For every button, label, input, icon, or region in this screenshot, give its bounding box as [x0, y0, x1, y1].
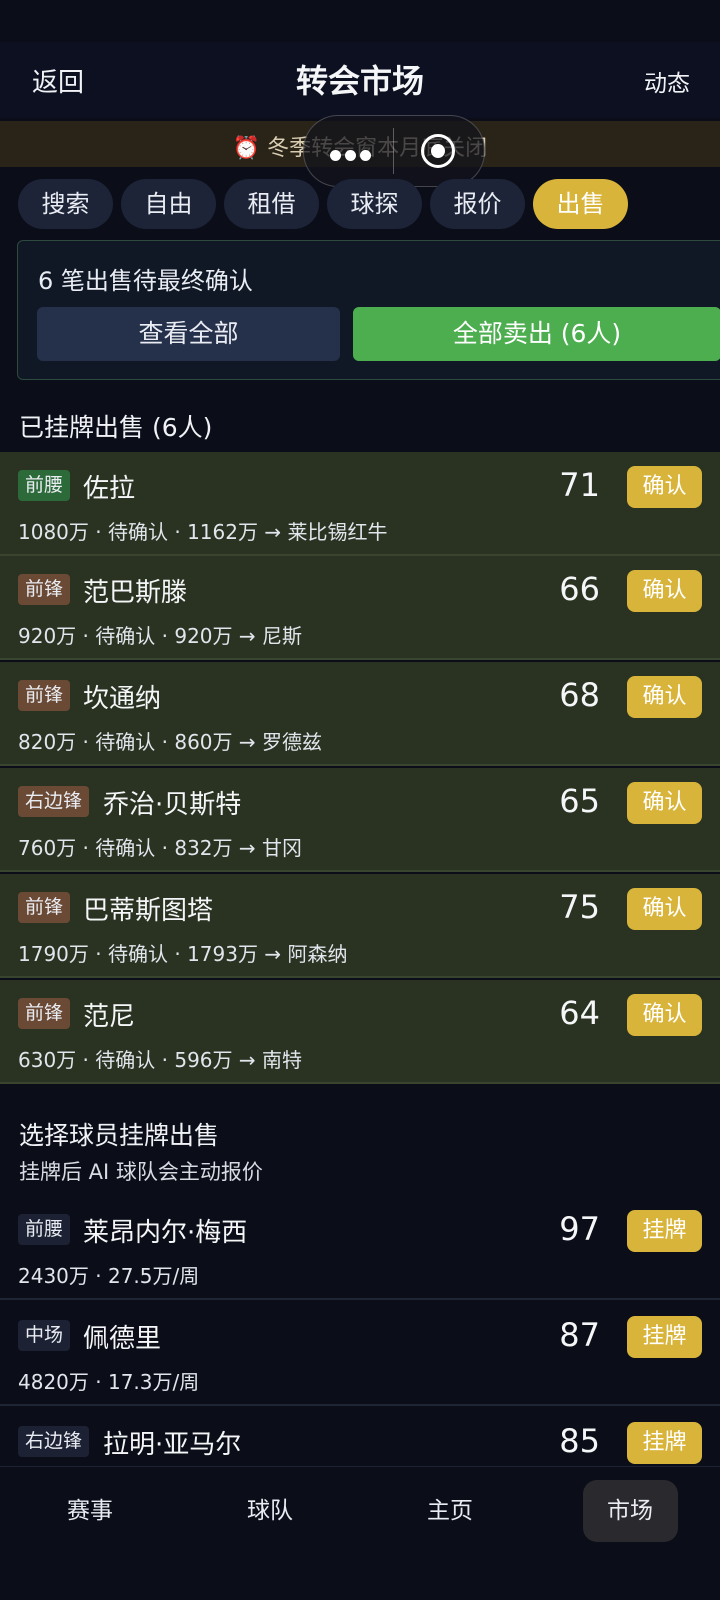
available-section-subtitle: 挂牌后 AI 球队会主动报价	[19, 1160, 263, 1184]
sale-details: 1080万 · 待确认 · 1162万 → 莱比锡红牛	[18, 520, 388, 544]
confirm-button[interactable]: 确认	[627, 782, 702, 824]
player-rating: 71	[559, 466, 600, 504]
player-value-details: 2430万 · 27.5万/周	[18, 1264, 200, 1288]
nav-home[interactable]: 主页	[360, 1467, 540, 1555]
sale-details: 920万 · 待确认 · 920万 → 尼斯	[18, 624, 303, 648]
player-rating: 85	[559, 1422, 600, 1460]
position-badge: 右边锋	[18, 786, 90, 817]
player-name: 巴蒂斯图塔	[83, 896, 214, 926]
position-badge: 前腰	[18, 1214, 71, 1245]
player-rating: 66	[559, 570, 600, 608]
player-name: 坎通纳	[83, 684, 162, 714]
listed-player-row: 前腰 佐拉 71 确认 1080万 · 待确认 · 1162万 → 莱比锡红牛	[0, 452, 720, 556]
player-rating: 97	[559, 1210, 600, 1248]
player-name: 莱昂内尔·梅西	[83, 1218, 248, 1248]
view-all-button[interactable]: 查看全部	[37, 307, 340, 361]
position-badge: 右边锋	[18, 1426, 90, 1457]
sale-details: 760万 · 待确认 · 832万 → 甘冈	[18, 836, 303, 860]
nav-market[interactable]: 市场	[540, 1467, 720, 1555]
tab-loan[interactable]: 租借	[224, 179, 319, 229]
listed-player-row: 前锋 巴蒂斯图塔 75 确认 1790万 · 待确认 · 1793万 → 阿森纳	[0, 874, 720, 978]
listed-player-row: 前锋 范尼 64 确认 630万 · 待确认 · 596万 → 南特	[0, 980, 720, 1084]
player-rating: 68	[559, 676, 600, 714]
player-name: 范巴斯滕	[83, 578, 188, 608]
pending-sales-text: 6 笔出售待最终确认	[38, 267, 253, 295]
list-for-sale-button[interactable]: 挂牌	[627, 1210, 702, 1252]
tab-free[interactable]: 自由	[121, 179, 216, 229]
position-badge: 前锋	[18, 892, 71, 923]
position-badge: 前锋	[18, 998, 71, 1029]
player-rating: 75	[559, 888, 600, 926]
player-rating: 87	[559, 1316, 600, 1354]
listed-section-title: 已挂牌出售 (6人)	[19, 413, 213, 442]
available-player-row: 中场 佩德里 87 挂牌 4820万 · 17.3万/周	[0, 1302, 720, 1406]
tab-offers[interactable]: 报价	[430, 179, 525, 229]
available-player-row: 前腰 莱昂内尔·梅西 97 挂牌 2430万 · 27.5万/周	[0, 1196, 720, 1300]
list-for-sale-button[interactable]: 挂牌	[627, 1422, 702, 1464]
miniprogram-capsule	[303, 115, 485, 187]
position-badge: 前锋	[18, 574, 71, 605]
player-name: 佐拉	[83, 474, 136, 504]
news-button[interactable]: 动态	[644, 64, 690, 98]
capsule-divider	[393, 128, 394, 174]
sell-all-button[interactable]: 全部卖出 (6人)	[353, 307, 720, 361]
close-miniprogram-icon[interactable]	[421, 134, 455, 168]
confirm-button[interactable]: 确认	[627, 676, 702, 718]
confirm-button[interactable]: 确认	[627, 888, 702, 930]
player-rating: 65	[559, 782, 600, 820]
top-bar: 返回 转会市场 动态	[0, 42, 720, 118]
position-badge: 前锋	[18, 680, 71, 711]
player-name: 佩德里	[83, 1324, 162, 1354]
list-for-sale-button[interactable]: 挂牌	[627, 1316, 702, 1358]
pending-sales-panel: 6 笔出售待最终确认 查看全部 全部卖出 (6人)	[17, 240, 720, 380]
bottom-nav: 赛事 球队 主页 市场	[0, 1466, 720, 1555]
player-name: 拉明·亚马尔	[103, 1430, 242, 1460]
page-title: 转会市场	[295, 62, 424, 100]
confirm-button[interactable]: 确认	[627, 570, 702, 612]
player-rating: 64	[559, 994, 600, 1032]
player-name: 范尼	[83, 1002, 136, 1032]
nav-team[interactable]: 球队	[180, 1467, 360, 1555]
tab-search[interactable]: 搜索	[18, 179, 113, 229]
position-badge: 前腰	[18, 470, 71, 501]
available-section-title: 选择球员挂牌出售	[19, 1121, 220, 1150]
sale-details: 630万 · 待确认 · 596万 → 南特	[18, 1048, 303, 1072]
listed-player-row: 右边锋 乔治·贝斯特 65 确认 760万 · 待确认 · 832万 → 甘冈	[0, 768, 720, 872]
listed-player-row: 前锋 坎通纳 68 确认 820万 · 待确认 · 860万 → 罗德兹	[0, 662, 720, 766]
confirm-button[interactable]: 确认	[627, 994, 702, 1036]
sale-details: 820万 · 待确认 · 860万 → 罗德兹	[18, 730, 323, 754]
nav-matches[interactable]: 赛事	[0, 1467, 180, 1555]
tab-scout[interactable]: 球探	[327, 179, 422, 229]
sale-details: 1790万 · 待确认 · 1793万 → 阿森纳	[18, 942, 348, 966]
tab-sell[interactable]: 出售	[533, 179, 628, 229]
more-menu-icon[interactable]	[330, 146, 375, 165]
player-name: 乔治·贝斯特	[103, 790, 242, 820]
confirm-button[interactable]: 确认	[627, 466, 702, 508]
player-value-details: 4820万 · 17.3万/周	[18, 1370, 200, 1394]
nav-market-label: 市场	[582, 1480, 678, 1542]
available-player-row: 右边锋 拉明·亚马尔 85 挂牌	[0, 1408, 720, 1466]
listed-player-row: 前锋 范巴斯滕 66 确认 920万 · 待确认 · 920万 → 尼斯	[0, 556, 720, 660]
position-badge: 中场	[18, 1320, 71, 1351]
